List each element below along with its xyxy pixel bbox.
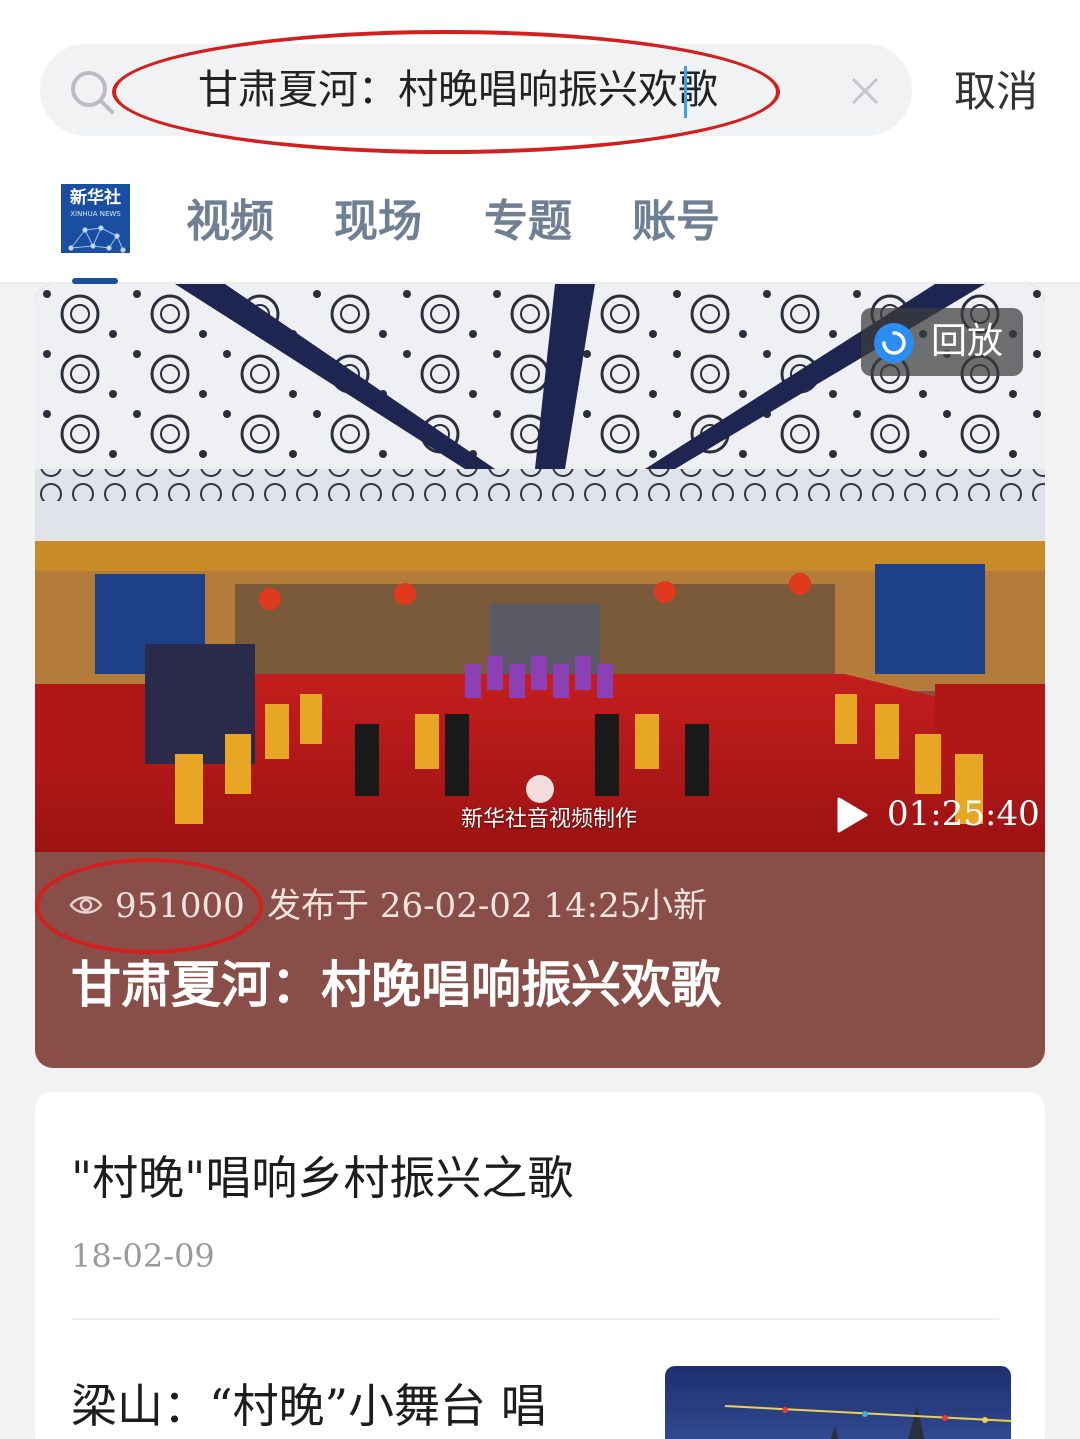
tab-topics[interactable]: 专题 [484, 190, 572, 254]
featured-video-card[interactable]: 回放 新华社音视频制作 01:25:40 951000 发布于 26-02-02… [35, 284, 1045, 1068]
search-query-text[interactable]: 甘肃夏河：村晚唱响振兴欢歌 [198, 64, 718, 116]
search-header: 甘肃夏河：村晚唱响振兴欢歌 取消 新华社 XINHUA NEWS 视频 现场 专… [0, 0, 1080, 284]
xinhua-logo-tab[interactable]: 新华社 XINHUA NEWS [61, 184, 130, 253]
tab-video[interactable]: 视频 [186, 190, 274, 254]
tab-accounts[interactable]: 账号 [632, 190, 720, 254]
cancel-button[interactable]: 取消 [954, 62, 1038, 122]
list-divider [71, 1318, 999, 1320]
replay-badge[interactable]: 回放 [861, 308, 1023, 376]
result-thumbnail[interactable] [665, 1366, 1011, 1439]
result-title[interactable]: 梁山：“村晚”小舞台 唱 [71, 1376, 547, 1436]
text-caret [684, 66, 687, 118]
author-name[interactable]: 小新 [639, 880, 707, 932]
featured-title[interactable]: 甘肃夏河：村晚唱响振兴欢歌 [71, 952, 721, 1018]
publish-time: 发布于 26-02-02 14:25 [267, 886, 642, 926]
video-meta-row: 951000 发布于 26-02-02 14:25 小新 [35, 880, 1045, 936]
eye-icon [69, 896, 103, 914]
tab-live[interactable]: 现场 [334, 190, 422, 254]
globe-network-icon [68, 225, 126, 253]
watermark-text: 新华社音视频制作 [461, 807, 638, 832]
clear-icon[interactable] [848, 74, 882, 108]
video-duration: 01:25:40 [887, 794, 1040, 834]
replay-label: 回放 [931, 321, 1004, 362]
view-count: 951000 [115, 886, 245, 926]
results-list: "村晚"唱响乡村振兴之歌 18-02-09 梁山：“村晚”小舞台 唱 [35, 1092, 1045, 1439]
replay-icon [874, 323, 914, 363]
play-icon[interactable] [835, 796, 869, 834]
search-input[interactable]: 甘肃夏河：村晚唱响振兴欢歌 [40, 44, 912, 136]
logo-text: 新华社 [70, 188, 121, 208]
search-icon [71, 71, 114, 114]
result-title[interactable]: "村晚"唱响乡村振兴之歌 [71, 1146, 573, 1210]
result-date: 18-02-09 [71, 1237, 215, 1275]
